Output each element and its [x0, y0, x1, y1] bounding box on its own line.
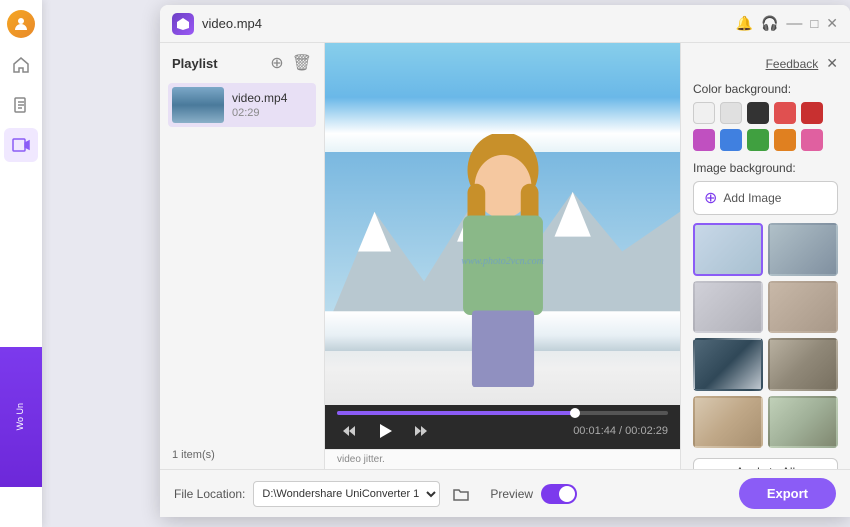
playlist-item-name: video.mp4 [232, 91, 312, 105]
playlist-header: Playlist ⊕ 🗑 [160, 43, 324, 79]
image-grid [693, 223, 838, 448]
export-button[interactable]: Export [739, 478, 836, 509]
add-to-playlist-icon[interactable]: ⊕ [270, 53, 283, 73]
minimize-icon[interactable]: — [786, 16, 802, 32]
color-background-section: Color background: [693, 82, 838, 151]
color-grid [693, 102, 838, 151]
color-swatch-purple[interactable] [693, 129, 715, 151]
app-icon [172, 13, 194, 35]
playlist-item-info: video.mp4 02:29 [232, 91, 312, 119]
close-panel-button[interactable]: ✕ [826, 55, 838, 72]
color-background-label: Color background: [693, 82, 838, 96]
browse-folder-button[interactable] [448, 481, 474, 507]
image-thumb-1[interactable] [693, 223, 763, 276]
window-title: video.mp4 [202, 16, 262, 31]
playlist-footer: 1 item(s) [160, 441, 324, 469]
video-area: www.photo2vcn.com [325, 43, 680, 469]
rewind-button[interactable] [337, 419, 361, 443]
color-swatch-red[interactable] [774, 102, 796, 124]
color-swatch-black[interactable] [747, 102, 769, 124]
add-image-label: Add Image [723, 191, 781, 205]
promo-text: Wo Un [15, 403, 27, 430]
image-thumb-8[interactable] [768, 396, 838, 449]
playlist-items: video.mp4 02:29 [160, 79, 324, 441]
video-tip-bar: video jitter. [325, 449, 680, 469]
color-swatch-darkred[interactable] [801, 102, 823, 124]
controls-row: 00:01:44 / 00:02:29 [337, 419, 668, 443]
progress-fill [337, 411, 575, 415]
video-container[interactable]: www.photo2vcn.com [325, 43, 680, 405]
image-thumb-6[interactable] [768, 338, 838, 391]
window-controls: 🔔 🎧 — □ ✕ [736, 15, 838, 32]
video-controls: 00:01:44 / 00:02:29 [325, 405, 680, 449]
color-swatch-lightgray[interactable] [720, 102, 742, 124]
preview-toggle[interactable] [541, 484, 577, 504]
notification-icon[interactable]: 🔔 [736, 15, 753, 32]
close-panel-icon: ✕ [826, 55, 838, 72]
progress-thumb [570, 408, 580, 418]
sidebar-item-files[interactable] [4, 88, 38, 122]
playlist-title: Playlist [172, 56, 218, 71]
color-swatch-pink[interactable] [801, 129, 823, 151]
file-path-select[interactable]: D:\Wondershare UniConverter 1 [253, 481, 440, 507]
playback-controls [337, 419, 433, 443]
add-image-button[interactable]: ⊕ Add Image [693, 181, 838, 215]
image-thumb-5[interactable] [693, 338, 763, 391]
maximize-icon[interactable]: □ [810, 16, 818, 31]
color-swatch-green[interactable] [747, 129, 769, 151]
image-background-label: Image background: [693, 161, 838, 175]
sidebar-item-video[interactable] [4, 128, 38, 162]
main-window: video.mp4 🔔 🎧 — □ ✕ Playlist ⊕ 🗑 [160, 5, 850, 517]
main-content: Playlist ⊕ 🗑 video.mp4 02:29 1 item [160, 43, 850, 469]
title-bar-left: video.mp4 [172, 13, 736, 35]
close-icon[interactable]: ✕ [826, 15, 838, 32]
color-swatch-blue[interactable] [720, 129, 742, 151]
right-panel: Feedback ✕ Color background: [680, 43, 850, 469]
color-swatch-white[interactable] [693, 102, 715, 124]
preview-label: Preview [490, 487, 533, 501]
color-swatch-orange[interactable] [774, 129, 796, 151]
promo-banner: Wo Un [0, 347, 42, 487]
playlist-actions: ⊕ 🗑 [270, 53, 312, 73]
playlist-thumb [172, 87, 224, 123]
headset-icon[interactable]: 🎧 [761, 15, 778, 32]
thumbnail-image [172, 87, 224, 123]
time-display: 00:01:44 / 00:02:29 [573, 425, 668, 437]
sidebar-item-home[interactable] [4, 48, 38, 82]
right-panel-header: Feedback ✕ [693, 55, 838, 72]
list-item[interactable]: video.mp4 02:29 [168, 83, 316, 127]
bottom-bar: File Location: D:\Wondershare UniConvert… [160, 469, 850, 517]
image-thumb-4[interactable] [768, 281, 838, 334]
play-button[interactable] [373, 419, 397, 443]
playlist-item-duration: 02:29 [232, 107, 312, 119]
image-thumb-3[interactable] [693, 281, 763, 334]
progress-bar[interactable] [337, 411, 668, 415]
image-thumb-2[interactable] [768, 223, 838, 276]
feedback-link[interactable]: Feedback [766, 57, 819, 71]
fast-forward-button[interactable] [409, 419, 433, 443]
image-background-section: Image background: ⊕ Add Image [693, 161, 838, 448]
watermark: www.photo2vcn.com [461, 256, 544, 267]
title-bar: video.mp4 🔔 🎧 — □ ✕ [160, 5, 850, 43]
image-thumb-7[interactable] [693, 396, 763, 449]
avatar [7, 10, 35, 38]
toggle-knob [559, 486, 575, 502]
delete-playlist-icon[interactable]: 🗑 [292, 53, 312, 73]
apply-to-all-button[interactable]: Apply to All [693, 458, 838, 469]
tip-text: video jitter. [337, 454, 385, 465]
playlist-panel: Playlist ⊕ 🗑 video.mp4 02:29 1 item [160, 43, 325, 469]
add-image-icon: ⊕ [704, 188, 717, 208]
file-location-label: File Location: [174, 487, 245, 501]
